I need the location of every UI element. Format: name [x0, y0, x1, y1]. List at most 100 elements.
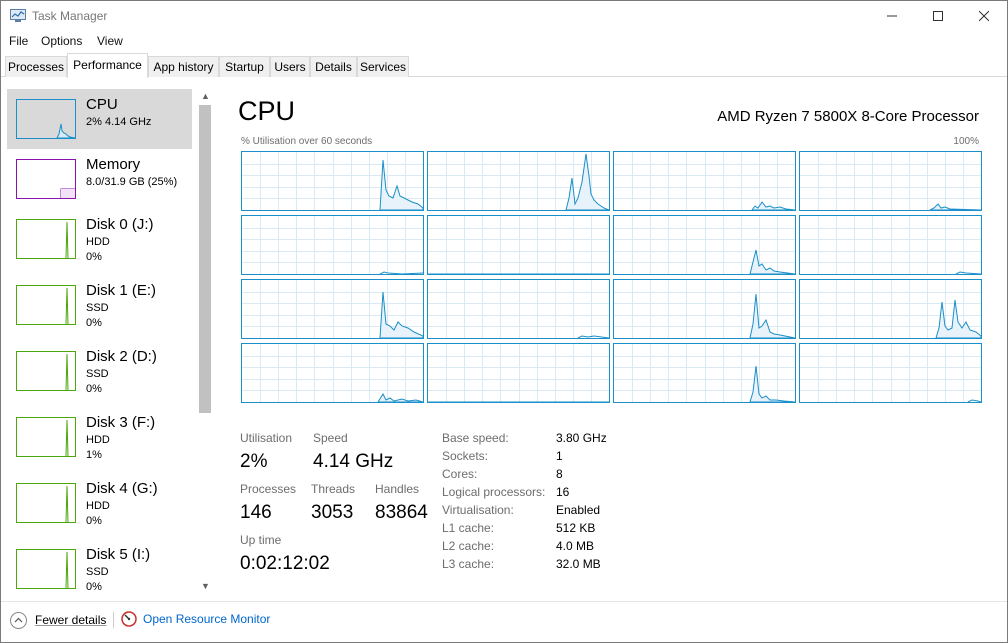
uptime-label: Up time [240, 533, 282, 547]
sidebar-item-label: Disk 2 (D:) [86, 348, 157, 365]
core-graph [613, 215, 796, 275]
speed-value: 4.14 GHz [313, 451, 394, 472]
sidebar-item-cpu[interactable]: CPU 2% 4.14 GHz [7, 89, 192, 149]
core-gridlines [800, 216, 981, 274]
graph-max-label: 100% [953, 136, 979, 147]
sidebar-item-type: HDD [86, 500, 110, 512]
footer-divider [113, 612, 114, 628]
sidebar-item-usage: 0% [86, 317, 102, 329]
tab-performance[interactable]: Performance [67, 53, 148, 78]
fewer-details-button[interactable]: Fewer details [10, 611, 106, 629]
spec-value: Enabled [556, 503, 601, 517]
menu-bar: File Options View [1, 32, 1007, 52]
disk-mini-graph [65, 419, 69, 457]
core-gridlines [242, 216, 423, 274]
sidebar-item-type: HDD [86, 236, 110, 248]
sidebar-item-label: Disk 4 (G:) [86, 480, 158, 497]
processes-label: Processes [240, 482, 297, 496]
scroll-down-icon[interactable]: ▼ [201, 581, 210, 591]
disk-thumbnail [16, 417, 76, 457]
sidebar-item-disk-3[interactable]: Disk 3 (F:) HDD 1% [7, 407, 192, 467]
tab-details[interactable]: Details [310, 56, 357, 77]
sidebar-item-disk-4[interactable]: Disk 4 (G:) HDD 0% [7, 473, 192, 533]
core-graph-plot [800, 152, 981, 210]
core-gridlines [614, 152, 795, 210]
tab-users[interactable]: Users [270, 56, 310, 77]
sidebar-item-label: Memory [86, 156, 141, 173]
task-manager-icon [10, 9, 26, 22]
disk-mini-graph [65, 287, 69, 325]
spec-value: 4.0 MB [556, 539, 595, 553]
core-graph [427, 279, 610, 339]
spec-label: Cores: [442, 467, 478, 481]
task-manager-window: Task Manager File Options View Processes… [0, 0, 1008, 643]
sidebar-item-usage: 0% [86, 251, 102, 263]
menu-file[interactable]: File [9, 34, 28, 48]
scroll-up-icon[interactable]: ▲ [201, 91, 210, 101]
tab-services[interactable]: Services [357, 56, 409, 77]
maximize-button[interactable] [915, 1, 961, 31]
close-button[interactable] [961, 1, 1007, 31]
core-gridlines [800, 344, 981, 402]
utilisation-value: 2% [240, 451, 268, 472]
sidebar-item-disk-1[interactable]: Disk 1 (E:) SSD 0% [7, 275, 192, 335]
core-graph-plot [242, 152, 423, 210]
window-title: Task Manager [32, 9, 108, 23]
sidebar-item-detail: 2% 4.14 GHz [86, 116, 152, 128]
core-graph-plot [614, 152, 795, 210]
sidebar-item-memory[interactable]: Memory 8.0/31.9 GB (25%) [7, 149, 192, 209]
speed-label: Speed [313, 431, 348, 445]
core-graph-plot [800, 216, 981, 274]
sidebar-item-type: SSD [86, 302, 109, 314]
handles-value: 83864 [375, 502, 428, 523]
core-graph-plot [242, 344, 423, 402]
core-gridlines [614, 216, 795, 274]
threads-value: 3053 [311, 502, 354, 523]
core-gridlines [428, 216, 609, 274]
minimize-button[interactable] [869, 1, 915, 31]
spec-value: 512 KB [556, 521, 596, 535]
processes-value: 146 [240, 502, 272, 523]
core-gridlines [428, 344, 609, 402]
menu-options[interactable]: Options [41, 34, 82, 48]
sidebar-item-disk-5[interactable]: Disk 5 (I:) SSD 0% [7, 539, 192, 596]
disk-thumbnail [16, 219, 76, 259]
core-graph-plot [800, 344, 981, 402]
spec-label: Logical processors: [442, 485, 546, 499]
chevron-up-icon [10, 611, 27, 629]
core-graph [427, 151, 610, 211]
core-graph [799, 343, 982, 403]
tab-startup[interactable]: Startup [219, 56, 270, 77]
sidebar-item-disk-0[interactable]: Disk 0 (J:) HDD 0% [7, 209, 192, 269]
core-graph-plot [800, 280, 981, 338]
core-graph-plot [428, 344, 609, 402]
sidebar-item-disk-2[interactable]: Disk 2 (D:) SSD 0% [7, 341, 192, 401]
core-graph [799, 151, 982, 211]
sidebar-scrollbar[interactable]: ▲ ▼ [197, 89, 213, 595]
menu-view[interactable]: View [97, 34, 123, 48]
core-graph [613, 343, 796, 403]
sidebar-item-label: Disk 5 (I:) [86, 546, 151, 563]
spec-label: Base speed: [442, 431, 509, 445]
disk-mini-graph [65, 221, 69, 259]
spec-label: L2 cache: [442, 539, 495, 553]
tab-app-history[interactable]: App history [148, 56, 219, 77]
sidebar-item-type: HDD [86, 434, 110, 446]
sidebar-item-usage: 0% [86, 515, 102, 527]
spec-value: 16 [556, 485, 570, 499]
sidebar-item-type: SSD [86, 368, 109, 380]
spec-value: 32.0 MB [556, 557, 601, 571]
disk-mini-graph [65, 551, 69, 589]
core-gridlines [428, 280, 609, 338]
disk-mini-graph [65, 485, 69, 523]
scroll-thumb[interactable] [199, 105, 211, 413]
core-gridlines [614, 344, 795, 402]
cpu-mini-graph [56, 123, 76, 139]
core-gridlines [800, 152, 981, 210]
core-graph-plot [242, 216, 423, 274]
open-resource-monitor-link[interactable]: Open Resource Monitor [121, 611, 270, 627]
tab-processes[interactable]: Processes [5, 56, 67, 77]
processor-name: AMD Ryzen 7 5800X 8-Core Processor [717, 108, 979, 125]
core-graph-plot [428, 280, 609, 338]
open-resource-monitor-label: Open Resource Monitor [143, 612, 271, 626]
